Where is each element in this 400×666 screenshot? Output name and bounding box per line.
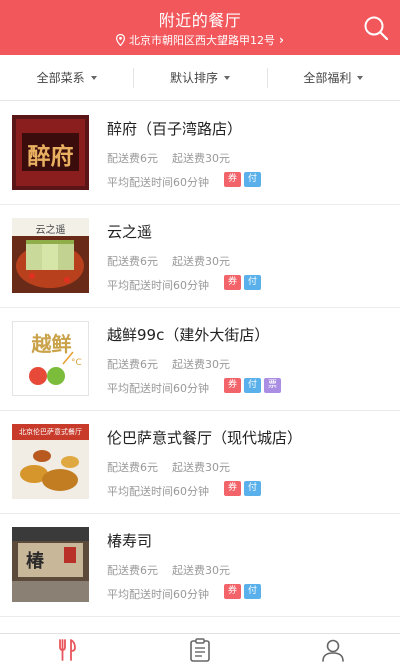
tab-orders[interactable] (133, 634, 266, 666)
fees-row: 配送费6元 起送费30元 (107, 562, 230, 578)
restaurant-item[interactable]: 越鲜 °C 越鲜99c（建外大街店） 配送费6元 起送费30元 平均配送时间60分… (0, 308, 400, 411)
delivery-fee: 配送费6元 (107, 461, 158, 474)
restaurant-name: 伦巴萨意式餐厅（现代城店） (107, 429, 303, 447)
location-selector[interactable]: 北京市朝阳区西大望路甲12号 › (0, 32, 400, 48)
restaurant-name: 云之遥 (107, 223, 153, 241)
coupon-badge: 券 (224, 481, 241, 496)
restaurant-logo: 越鲜 °C (12, 321, 89, 396)
coupon-badge: 券 (224, 172, 241, 187)
avg-delivery-time: 平均配送时间60分钟 (107, 279, 209, 292)
user-icon (322, 639, 345, 662)
filter-benefits-label: 全部福利 (303, 71, 352, 85)
coupon-badge: 券 (224, 275, 241, 290)
restaurant-logo: 北京伦巴萨意式餐厅 (12, 424, 89, 499)
bottom-tab-bar (0, 633, 400, 666)
pay-badge: 付 (244, 584, 261, 599)
caret-down-icon (357, 75, 364, 80)
app-header: 附近的餐厅 北京市朝阳区西大望路甲12号 › (0, 0, 400, 55)
restaurant-name: 醉府（百子湾路店） (107, 120, 243, 138)
fork-knife-icon (58, 639, 76, 661)
page-title: 附近的餐厅 (158, 11, 242, 30)
restaurant-name: 越鲜99c（建外大街店） (107, 326, 270, 344)
filter-benefits[interactable]: 全部福利 (266, 55, 400, 100)
avg-delivery-time: 平均配送时间60分钟 (107, 382, 209, 395)
pay-badge: 付 (244, 481, 261, 496)
restaurant-name: 椿寿司 (107, 532, 153, 550)
badge-group: 券 付 票 (224, 378, 284, 393)
badge-group: 券 付 (224, 172, 264, 187)
logo-text: 椿 (26, 551, 44, 572)
logo-text: 云之遥 (35, 225, 66, 236)
min-order: 起送费30元 (172, 358, 230, 371)
invoice-badge: 票 (264, 378, 281, 393)
avg-delivery-time: 平均配送时间60分钟 (107, 485, 209, 498)
fees-row: 配送费6元 起送费30元 (107, 356, 230, 372)
badge-group: 券 付 (224, 275, 264, 290)
avg-delivery-time: 平均配送时间60分钟 (107, 588, 209, 601)
delivery-fee: 配送费6元 (107, 255, 158, 268)
search-icon[interactable] (362, 14, 390, 42)
fees-row: 配送费6元 起送费30元 (107, 253, 230, 269)
logo-sub-text: °C (71, 358, 82, 368)
avg-delivery-time: 平均配送时间60分钟 (107, 176, 209, 189)
restaurant-item[interactable]: 醉府 醉府（百子湾路店） 配送费6元 起送费30元 平均配送时间60分钟 券 付 (0, 102, 400, 205)
clipboard-icon (190, 638, 210, 662)
logo-text: 北京伦巴萨意式餐厅 (19, 428, 82, 436)
badge-group: 券 付 (224, 584, 264, 599)
min-order: 起送费30元 (172, 255, 230, 268)
delivery-fee: 配送费6元 (107, 564, 158, 577)
caret-down-icon (90, 75, 97, 80)
restaurant-logo: 醉府 (12, 115, 89, 190)
pay-badge: 付 (244, 275, 261, 290)
pay-badge: 付 (244, 172, 261, 187)
badge-group: 券 付 (224, 481, 264, 496)
min-order: 起送费30元 (172, 152, 230, 165)
restaurant-logo: 云之遥 (12, 218, 89, 293)
min-order: 起送费30元 (172, 564, 230, 577)
location-pin-icon (116, 34, 126, 46)
logo-text: 醉府 (27, 143, 74, 170)
restaurant-logo: 椿 (12, 527, 89, 602)
restaurant-item[interactable]: 椿 椿寿司 配送费6元 起送费30元 平均配送时间60分钟 券 付 (0, 514, 400, 617)
filter-bar: 全部菜系 默认排序 全部福利 (0, 55, 400, 101)
caret-down-icon (224, 75, 230, 80)
chevron-right-icon: › (279, 33, 284, 47)
tab-profile[interactable] (267, 634, 400, 666)
filter-sort[interactable]: 默认排序 (133, 55, 266, 100)
fees-row: 配送费6元 起送费30元 (107, 150, 230, 166)
delivery-fee: 配送费6元 (107, 152, 158, 165)
filter-cuisine-label: 全部菜系 (36, 71, 85, 85)
restaurant-item[interactable]: 北京伦巴萨意式餐厅 伦巴萨意式餐厅（现代城店） 配送费6元 起送费30元 平均配送… (0, 411, 400, 514)
filter-sort-label: 默认排序 (169, 71, 218, 85)
fees-row: 配送费6元 起送费30元 (107, 459, 230, 475)
location-address: 北京市朝阳区西大望路甲12号 (129, 34, 276, 47)
pay-badge: 付 (244, 378, 261, 393)
delivery-fee: 配送费6元 (107, 358, 158, 371)
restaurant-list: 醉府 醉府（百子湾路店） 配送费6元 起送费30元 平均配送时间60分钟 券 付 … (0, 102, 400, 617)
filter-cuisine[interactable]: 全部菜系 (0, 55, 133, 100)
restaurant-item[interactable]: 云之遥 云之遥 配送费6元 起送费30元 平均配送时间60分钟 券 付 (0, 205, 400, 308)
min-order: 起送费30元 (172, 461, 230, 474)
coupon-badge: 券 (224, 584, 241, 599)
tab-restaurants[interactable] (0, 634, 133, 666)
logo-text: 越鲜 (31, 332, 72, 356)
coupon-badge: 券 (224, 378, 241, 393)
